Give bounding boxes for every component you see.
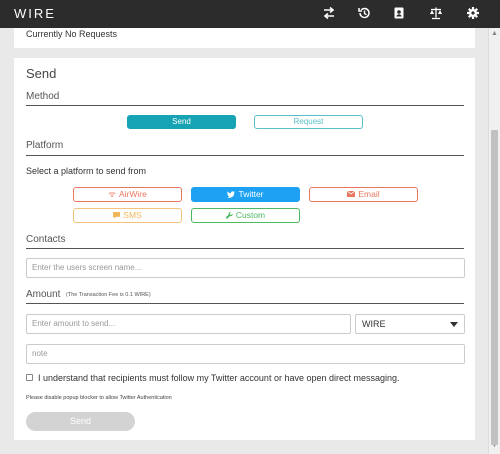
platform-custom-button[interactable]: Custom [191,208,300,223]
send-submit-button[interactable]: Send [26,412,135,431]
chevron-down-icon [450,322,458,327]
app-logo[interactable]: WIRE [14,6,56,21]
requests-card: Currently No Requests [14,28,475,48]
platform-airwire-label: AirWire [118,189,147,199]
amount-label: Amount [26,289,61,300]
gear-icon[interactable] [466,6,480,20]
platform-divider [26,155,464,156]
note-input[interactable]: note [26,344,465,364]
wifi-icon: ᯤ [108,189,116,199]
top-nav-bar: WIRE [0,0,500,28]
send-title: Send [26,66,57,81]
contacts-icon[interactable] [392,6,406,20]
send-card: Send Method Send Request Platform Select… [14,58,475,440]
platform-twitter-label: Twitter [238,189,264,199]
contacts-divider [26,248,464,249]
comment-icon [113,210,121,220]
amount-input[interactable]: Enter amount to send... [26,314,351,334]
wrench-icon [225,210,233,220]
envelope-icon [347,189,356,199]
method-label: Method [26,91,60,102]
platform-custom-label: Custom [235,210,266,220]
platform-sms-button[interactable]: SMS [73,208,182,223]
method-request-button[interactable]: Request [254,115,363,129]
platform-sms-label: SMS [123,210,142,220]
platform-email-button[interactable]: Email [309,187,418,202]
requests-status: Currently No Requests [26,29,118,39]
consent-label: I understand that recipients must follow… [38,373,400,383]
consent-checkbox[interactable] [26,374,33,381]
method-send-button[interactable]: Send [127,115,236,129]
twitter-icon [227,189,236,199]
currency-select-value: WIRE [362,319,386,329]
transaction-fee-note: (The Transaction Fee is 0.1 WIRE) [66,292,151,298]
method-divider [26,105,464,106]
history-icon[interactable] [357,6,371,20]
platform-airwire-button[interactable]: ᯤ AirWire [73,187,182,202]
platform-instruction: Select a platform to send from [26,166,147,176]
platform-email-label: Email [358,189,380,199]
contacts-label: Contacts [26,234,66,245]
popup-blocker-note: Please disable popup blocker to allow Tw… [26,395,172,401]
scrollbar-thumb[interactable] [491,130,498,445]
scroll-up-arrow-icon[interactable]: ▲ [491,30,498,38]
platform-label: Platform [26,140,64,151]
currency-select[interactable]: WIRE [355,314,465,334]
platform-twitter-button[interactable]: Twitter [191,187,300,202]
transfer-icon[interactable] [322,6,336,20]
balance-icon[interactable] [429,6,443,20]
amount-divider [26,303,464,304]
screen-name-input[interactable]: Enter the users screen name... [26,258,465,278]
